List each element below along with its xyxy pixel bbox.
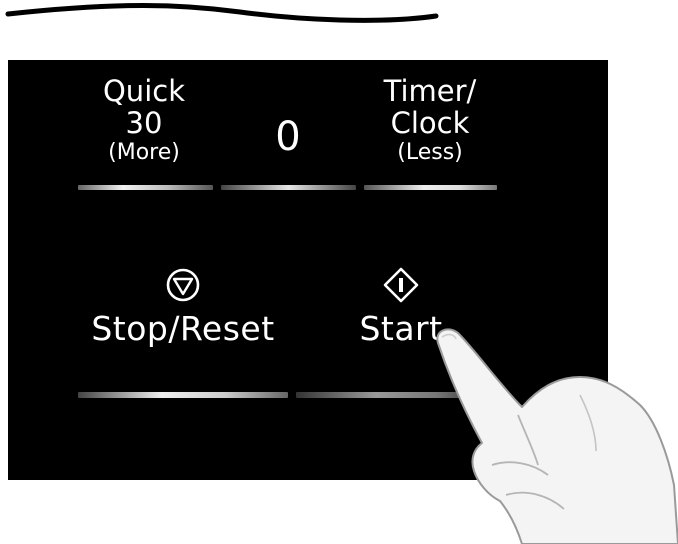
timer-clock-label-line1: Timer/ xyxy=(383,74,477,108)
stop-reset-underline xyxy=(78,392,288,398)
start-diamond-icon xyxy=(383,267,419,303)
timer-clock-underline xyxy=(364,185,497,190)
timer-clock-label-line3: (Less) xyxy=(397,140,463,165)
number-zero-label: 0 xyxy=(275,114,301,160)
stop-reset-button[interactable]: Stop/Reset xyxy=(78,265,288,400)
stop-reset-label: Stop/Reset xyxy=(91,309,275,348)
stop-circle-triangle-icon xyxy=(166,268,200,302)
timer-clock-label-line2: Clock xyxy=(390,106,470,140)
decorative-wave-line xyxy=(5,3,439,23)
quick-30-label-line2: 30 xyxy=(125,106,163,140)
number-zero-underline xyxy=(221,185,356,190)
quick-30-label-line1: Quick xyxy=(102,74,185,108)
pointing-hand-illustration xyxy=(436,328,678,544)
quick-30-label-line3: (More) xyxy=(108,140,180,165)
quick-30-underline xyxy=(78,185,213,190)
